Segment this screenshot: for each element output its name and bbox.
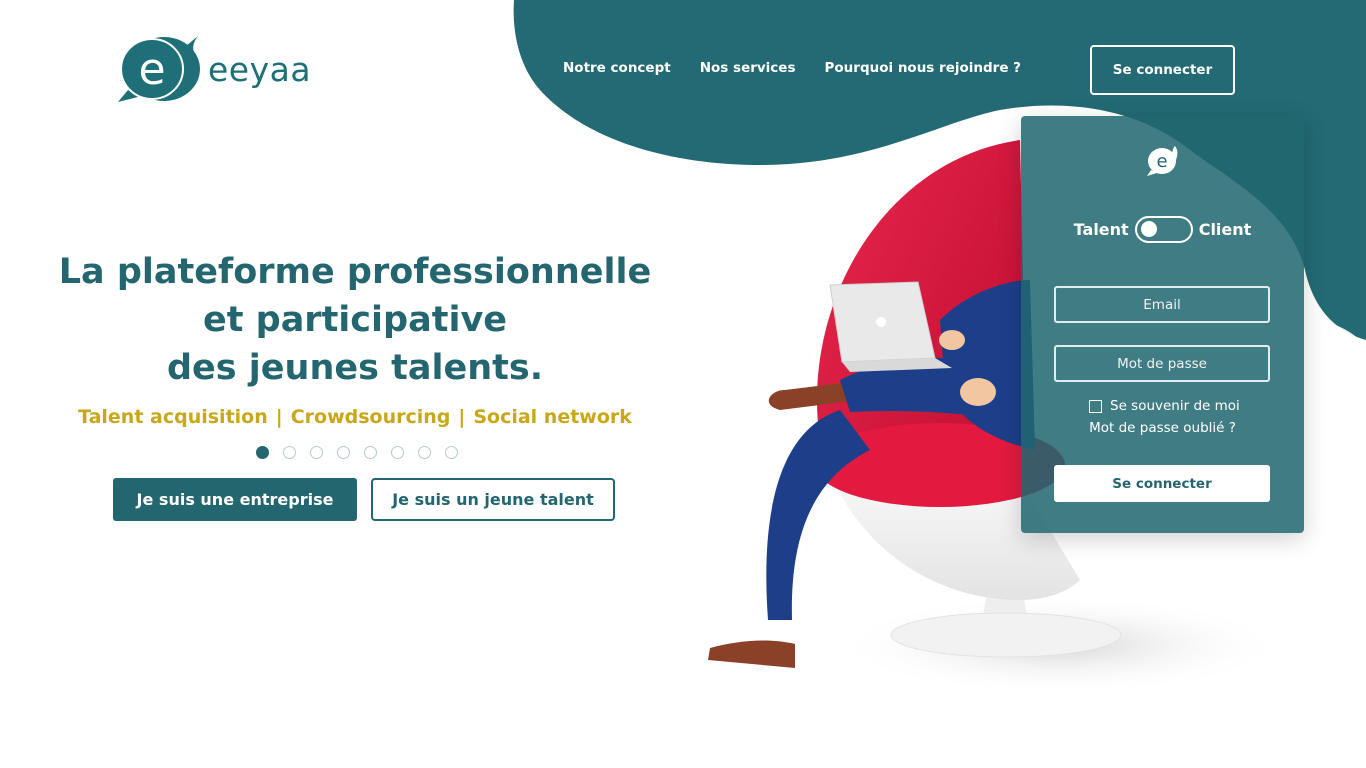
hero-section: La plateforme professionnelle et partici…	[40, 248, 670, 392]
svg-text:e: e	[138, 44, 165, 95]
login-submit-button[interactable]: Se connecter	[1054, 465, 1270, 502]
brand-logo[interactable]: e eeyaa	[116, 32, 326, 104]
company-signup-button[interactable]: Je suis une entreprise	[113, 478, 357, 521]
speech-bubble-e-icon: e	[118, 36, 200, 102]
account-type-toggle-row: Talent Client	[1021, 216, 1304, 243]
slider-dot-active[interactable]	[256, 446, 269, 459]
tag-talent-acquisition: Talent acquisition	[78, 406, 268, 428]
remember-me[interactable]: Se souvenir de moi	[1089, 398, 1240, 414]
main-nav: Notre concept Nos services Pourquoi nous…	[563, 60, 1021, 76]
svg-text:e: e	[1156, 151, 1167, 172]
slider-dot[interactable]	[310, 446, 323, 459]
toggle-knob	[1140, 221, 1157, 237]
talent-signup-button[interactable]: Je suis un jeune talent	[371, 478, 615, 521]
tag-social-network: Social network	[473, 406, 632, 428]
brand-name: eeyaa	[208, 50, 312, 89]
hero-title-line: des jeunes talents.	[167, 348, 543, 388]
hero-title: La plateforme professionnelle et partici…	[40, 248, 670, 392]
password-field[interactable]	[1054, 345, 1270, 382]
slider-dot[interactable]	[337, 446, 350, 459]
speech-bubble-e-icon: e	[1147, 146, 1178, 176]
forgot-password-link[interactable]: Mot de passe oublié ?	[1021, 420, 1304, 436]
tag-crowdsourcing: Crowdsourcing	[290, 406, 451, 428]
slider-dot[interactable]	[283, 446, 296, 459]
nav-link-why-join[interactable]: Pourquoi nous rejoindre ?	[825, 60, 1022, 76]
tag-separator: |	[458, 406, 466, 428]
slider-dot[interactable]	[418, 446, 431, 459]
toggle-label-client: Client	[1198, 220, 1252, 239]
login-panel: e Talent Client Se souvenir de moi Mot d…	[1021, 116, 1304, 533]
slider-dot[interactable]	[391, 446, 404, 459]
tag-separator: |	[275, 406, 283, 428]
slider-dot[interactable]	[445, 446, 458, 459]
hero-title-line: et participative	[202, 300, 507, 340]
nav-link-services[interactable]: Nos services	[700, 60, 796, 76]
account-type-toggle[interactable]	[1134, 216, 1193, 243]
remember-me-label: Se souvenir de moi	[1110, 398, 1240, 414]
nav-link-concept[interactable]: Notre concept	[563, 60, 671, 76]
slider-pagination	[256, 446, 458, 459]
email-field[interactable]	[1054, 286, 1270, 323]
hero-title-line: La plateforme professionnelle	[58, 252, 652, 292]
hero-tagline: Talent acquisition | Crowdsourcing | Soc…	[40, 406, 670, 428]
remember-me-checkbox[interactable]	[1089, 399, 1102, 413]
slider-dot[interactable]	[364, 446, 377, 459]
toggle-label-talent: Talent	[1073, 220, 1129, 239]
header-login-button[interactable]: Se connecter	[1090, 45, 1235, 95]
